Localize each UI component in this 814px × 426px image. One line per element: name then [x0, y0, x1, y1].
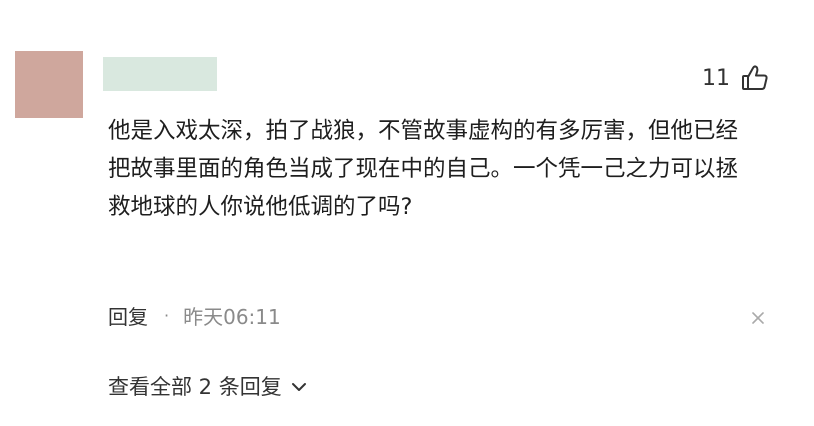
like-count: 11 — [702, 65, 730, 91]
view-replies-label: 查看全部 2 条回复 — [108, 375, 282, 399]
reply-button[interactable]: 回复 — [108, 301, 148, 330]
chevron-down-icon — [290, 377, 308, 395]
username-redacted[interactable] — [103, 57, 217, 91]
timestamp: 昨天06:11 — [183, 304, 281, 329]
view-all-replies-button[interactable]: 查看全部 2 条回复 — [108, 370, 308, 402]
avatar[interactable] — [15, 51, 83, 118]
close-icon[interactable] — [749, 309, 767, 327]
meta-separator: · — [164, 305, 170, 325]
thumbs-up-icon[interactable] — [740, 63, 770, 93]
comment-text: 他是入戏太深，拍了战狼，不管故事虚构的有多厉害，但他已经把故事里面的角色当成了现… — [108, 118, 739, 220]
like-area[interactable]: 11 — [702, 62, 770, 94]
comment-meta: 回复 · 昨天06:11 — [108, 300, 281, 330]
